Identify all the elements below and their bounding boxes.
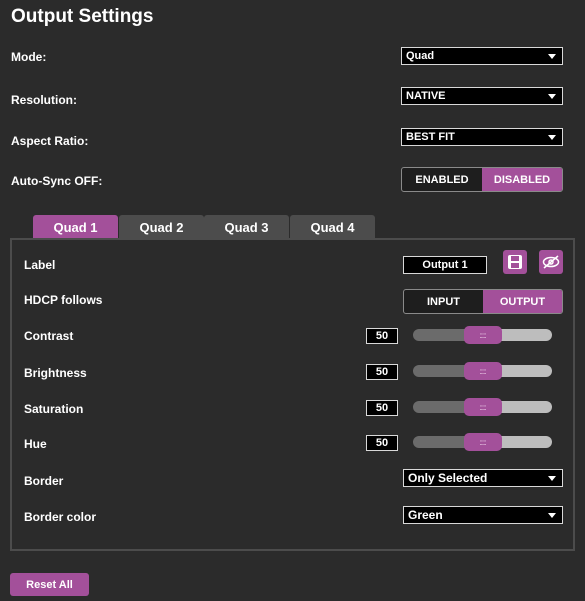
label-field-label: Label <box>24 258 56 272</box>
brightness-label: Brightness <box>24 366 87 380</box>
save-icon <box>508 255 522 269</box>
hue-slider[interactable]: ::::: <box>413 433 552 451</box>
border-value: Only Selected <box>408 471 488 485</box>
save-button[interactable] <box>503 250 527 274</box>
auto-sync-disabled-option[interactable]: DISABLED <box>482 168 562 191</box>
auto-sync-label: Auto-Sync OFF: <box>11 174 103 188</box>
contrast-label: Contrast <box>24 329 74 343</box>
slider-thumb[interactable]: ::::: <box>463 433 502 451</box>
auto-sync-toggle[interactable]: ENABLED DISABLED <box>401 167 563 192</box>
border-label: Border <box>24 474 64 488</box>
hide-button[interactable] <box>539 250 563 274</box>
resolution-label: Resolution: <box>11 93 77 107</box>
contrast-value[interactable]: 50 <box>366 328 398 344</box>
hdcp-output-option[interactable]: OUTPUT <box>483 290 562 313</box>
saturation-value[interactable]: 50 <box>366 400 398 416</box>
tab-quad-1[interactable]: Quad 1 <box>33 215 118 239</box>
mode-value: Quad <box>406 50 435 62</box>
border-select[interactable]: Only Selected <box>403 469 563 487</box>
quad-settings-panel <box>10 238 575 551</box>
hdcp-input-option[interactable]: INPUT <box>404 290 483 313</box>
mode-label: Mode: <box>11 50 47 64</box>
chevron-down-icon <box>548 94 556 99</box>
aspect-ratio-value: BEST FIT <box>406 131 455 143</box>
slider-thumb[interactable]: ::::: <box>463 398 502 416</box>
slider-thumb[interactable]: ::::: <box>463 326 502 344</box>
resolution-value: NATIVE <box>406 90 446 102</box>
chevron-down-icon <box>548 135 556 140</box>
brightness-value[interactable]: 50 <box>366 364 398 380</box>
chevron-down-icon <box>548 54 556 59</box>
border-color-value: Green <box>408 508 443 522</box>
page-title: Output Settings <box>11 6 154 27</box>
saturation-label: Saturation <box>24 402 84 416</box>
hue-value[interactable]: 50 <box>366 435 398 451</box>
brightness-slider[interactable]: ::::: <box>413 362 552 380</box>
border-color-label: Border color <box>24 510 97 524</box>
hide-icon <box>542 255 560 269</box>
hdcp-label: HDCP follows <box>24 293 103 307</box>
chevron-down-icon <box>548 476 556 481</box>
auto-sync-enabled-option[interactable]: ENABLED <box>402 168 482 191</box>
mode-select[interactable]: Quad <box>401 47 563 65</box>
tab-quad-4[interactable]: Quad 4 <box>290 215 375 239</box>
contrast-slider[interactable]: ::::: <box>413 326 552 344</box>
chevron-down-icon <box>548 513 556 518</box>
aspect-ratio-label: Aspect Ratio: <box>11 134 89 148</box>
saturation-slider[interactable]: ::::: <box>413 398 552 416</box>
tab-quad-2[interactable]: Quad 2 <box>119 215 204 239</box>
resolution-select[interactable]: NATIVE <box>401 87 563 105</box>
hdcp-toggle[interactable]: INPUT OUTPUT <box>403 289 563 314</box>
hue-label: Hue <box>24 437 47 451</box>
reset-all-button[interactable]: Reset All <box>10 573 89 596</box>
border-color-select[interactable]: Green <box>403 506 563 524</box>
tab-quad-3[interactable]: Quad 3 <box>204 215 289 239</box>
label-input[interactable]: Output 1 <box>403 256 487 274</box>
aspect-ratio-select[interactable]: BEST FIT <box>401 128 563 146</box>
slider-thumb[interactable]: ::::: <box>463 362 502 380</box>
